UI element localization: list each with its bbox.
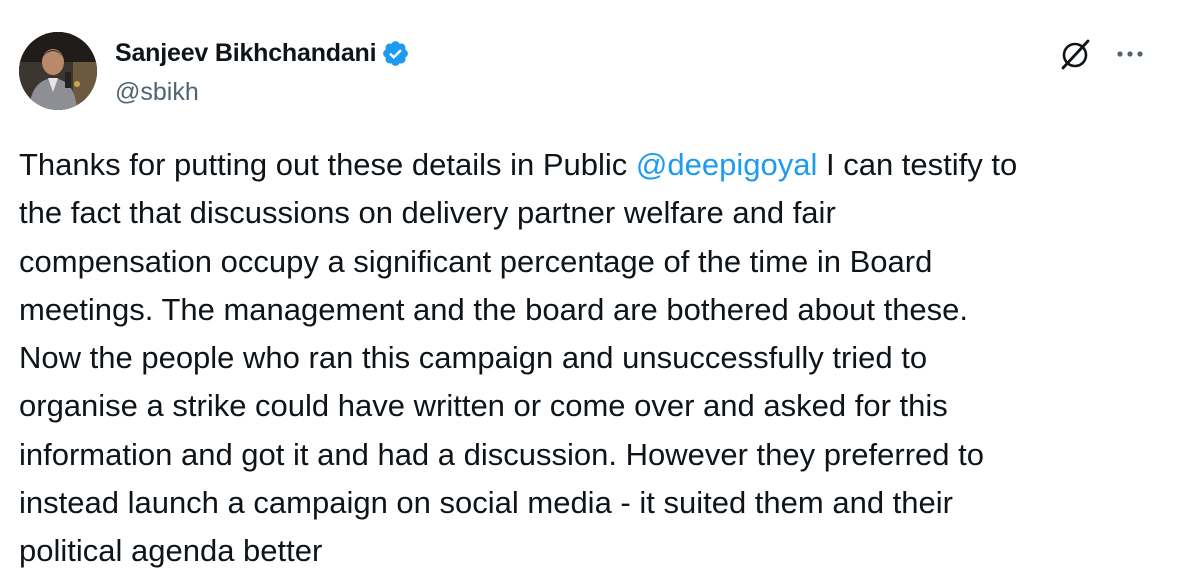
tweet-line: organise a strike could have written or … (19, 388, 948, 424)
tweet-line: instead launch a campaign on social medi… (19, 485, 953, 521)
tweet-text-segment: I can testify to (817, 147, 1018, 182)
more-horizontal-icon[interactable] (1110, 36, 1150, 72)
avatar[interactable] (19, 32, 97, 110)
grok-icon[interactable] (1056, 34, 1096, 74)
mention-link[interactable]: @deepigoyal (636, 147, 817, 182)
tweet-line: Now the people who ran this campaign and… (19, 340, 928, 376)
avatar-image (19, 32, 97, 110)
tweet-line: political agenda better (19, 533, 323, 569)
tweet-text-segment: Thanks for putting out these details in … (19, 147, 636, 182)
tweet-line: Thanks for putting out these details in … (19, 141, 1164, 189)
tweet-text: Thanks for putting out these details in … (19, 141, 1164, 576)
author-handle[interactable]: @sbikh (115, 75, 199, 109)
tweet-card: Sanjeev Bikhchandani @sbikh Thanks for p… (0, 0, 1178, 586)
author-display-name[interactable]: Sanjeev Bikhchandani (115, 36, 377, 70)
author-name-row: Sanjeev Bikhchandani (115, 36, 410, 70)
verified-badge-icon (381, 39, 410, 68)
tweet-line: meetings. The management and the board a… (19, 291, 969, 327)
tweet-line: information and got it and had a discuss… (19, 436, 984, 472)
tweet-line: the fact that discussions on delivery pa… (19, 195, 836, 231)
tweet-line: compensation occupy a significant percen… (19, 243, 933, 279)
